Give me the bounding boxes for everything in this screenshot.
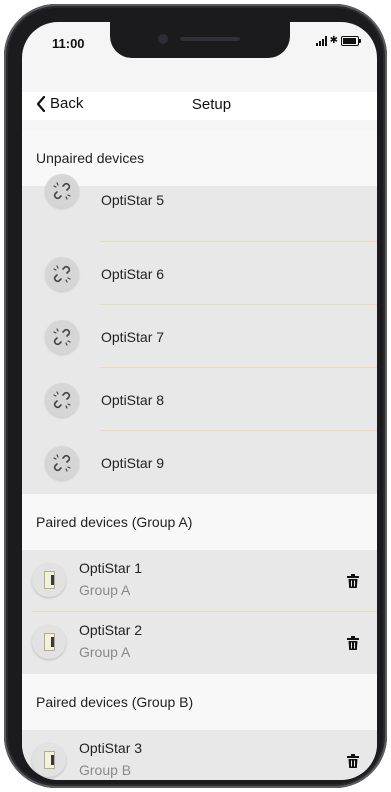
paired-device-row[interactable]: OptiStar 3 Group B [22,730,377,780]
broken-link-icon [45,256,79,291]
trash-icon[interactable] [347,754,359,768]
status-time: 11:00 [52,36,85,51]
device-list: Unpaired devices OptiStar 5 OptiStar 6 O… [22,130,377,780]
broken-link-icon [45,319,79,354]
app-screen: 11:00 ✱ Back Setup Unpaired devices Opti… [22,22,377,780]
page-title: Setup [191,96,232,113]
paired-device-row[interactable]: OptiStar 1 Group A [22,550,377,612]
status-icons: ✱ [315,35,361,46]
battery-icon [341,36,361,46]
unpaired-device-row[interactable]: OptiStar 9 [22,431,377,494]
paired-device-name: OptiStar 1 [79,560,143,576]
phone-frame: 11:00 ✱ Back Setup Unpaired devices Opti… [4,4,387,788]
paired-device-group: Group A [79,582,131,598]
section-header-group-a: Paired devices (Group A) [22,494,377,550]
broken-link-icon [45,445,79,480]
unpaired-device-row[interactable]: OptiStar 7 [22,305,377,368]
unpaired-device-label: OptiStar 8 [101,391,165,408]
unpaired-device-label: OptiStar 9 [101,454,165,471]
notch [110,22,290,58]
unpaired-device-row[interactable]: OptiStar 5 [22,174,377,242]
broken-link-icon [45,382,79,417]
unpaired-device-label: OptiStar 7 [101,328,165,345]
trash-icon[interactable] [347,636,359,650]
signal-icon [315,36,327,46]
trash-icon[interactable] [347,574,359,588]
paired-device-group: Group A [79,644,131,660]
paired-device-name: OptiStar 3 [79,740,143,756]
bluetooth-icon: ✱ [329,35,338,46]
unpaired-device-label: OptiStar 6 [101,265,165,282]
section-header-group-b: Paired devices (Group B) [22,674,377,730]
device-icon [32,563,66,597]
unpaired-device-row[interactable]: OptiStar 6 [22,242,377,305]
paired-device-group: Group B [79,762,132,778]
unpaired-device-label: OptiStar 5 [101,192,165,208]
paired-device-row[interactable]: OptiStar 2 Group A [22,612,377,674]
unpaired-device-row[interactable]: OptiStar 8 [22,368,377,431]
broken-link-icon [45,174,79,208]
speaker [180,37,240,41]
section-header-unpaired: Unpaired devices [22,130,377,186]
device-icon [32,625,66,659]
nav-bar: Back Setup [22,92,377,120]
camera [158,34,168,44]
device-icon [32,743,66,777]
paired-device-name: OptiStar 2 [79,622,143,638]
